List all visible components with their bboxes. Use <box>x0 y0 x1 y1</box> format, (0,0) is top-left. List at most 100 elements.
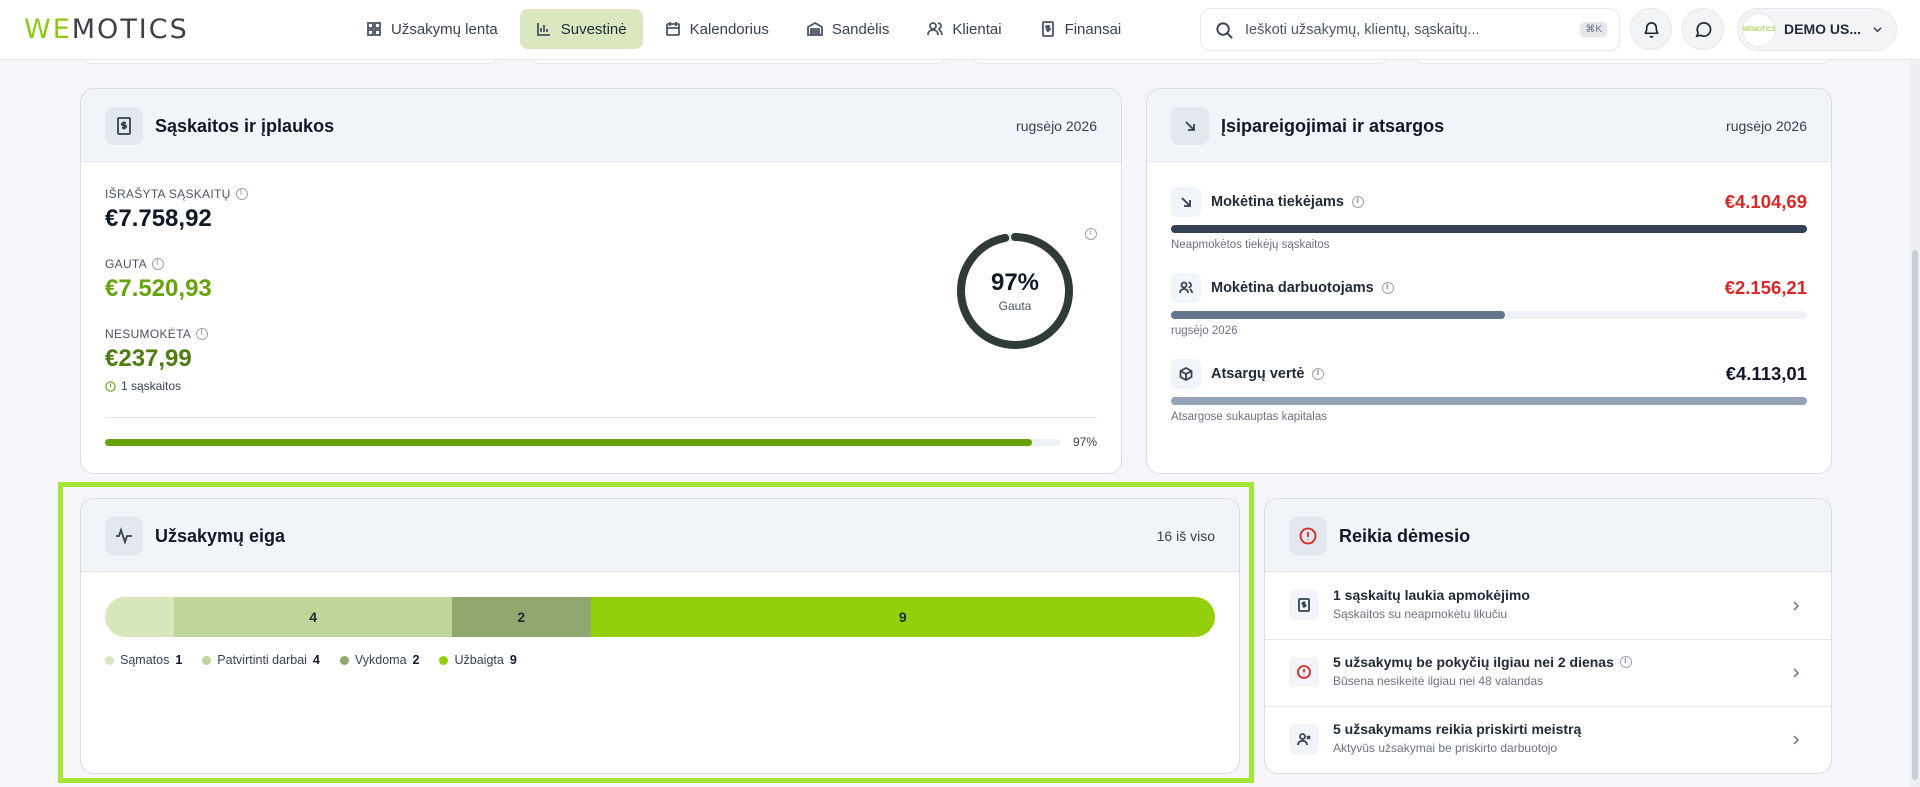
liability-amount: €4.104,69 <box>1724 191 1807 212</box>
nav-item-calendar[interactable]: Kalendorius <box>649 9 785 49</box>
legend-dot <box>202 655 212 665</box>
liabilities-card: Įsipareigojimai ir atsargos rugsėjo 2026… <box>1146 88 1832 474</box>
invoices-card-header: Sąskaitos ir įplaukos rugsėjo 2026 <box>81 89 1121 162</box>
legend-dot <box>439 655 449 665</box>
attention-header-icon-box <box>1289 517 1327 555</box>
board-icon <box>367 22 381 36</box>
orders-progress-card: Užsakymų eiga 16 iš viso 429 Sąmatos 1 Pat… <box>80 498 1240 774</box>
main-nav: Užsakymų lenta Suvestinė Kalendorius San… <box>350 9 1137 49</box>
box-icon <box>1179 367 1193 381</box>
received-ring-gauge: 97% Gauta <box>955 231 1075 351</box>
legend-count: 2 <box>412 653 420 667</box>
orders-segment[interactable]: 9 <box>590 597 1215 637</box>
orders-segment[interactable]: 2 <box>451 597 591 637</box>
unpaid-note: 1 sąskaitos <box>105 379 208 393</box>
search-shortcut: ⌘K <box>1580 22 1607 37</box>
nav-item-clients[interactable]: Klientai <box>911 9 1017 49</box>
warehouse-icon <box>806 21 823 36</box>
orders-segment[interactable]: 4 <box>174 597 452 637</box>
liability-bar-fill <box>1171 225 1807 233</box>
received-progress-bar <box>105 439 1061 446</box>
info-icon[interactable] <box>1351 196 1364 208</box>
received-block: GAUTA €7.520,93 <box>105 257 212 303</box>
invoices-period: rugsėjo 2026 <box>1016 118 1097 134</box>
nav-item-finance[interactable]: Finansai <box>1024 9 1138 49</box>
issued-block: IŠRAŠYTA SĄSKAITŲ €7.758,92 <box>105 187 248 233</box>
wemotics-logo[interactable]: WEMOTICS <box>24 14 189 45</box>
issued-value: €7.758,92 <box>105 205 212 232</box>
alert-circle-icon <box>1297 665 1311 679</box>
messages-button[interactable] <box>1682 8 1724 50</box>
received-label: GAUTA <box>105 257 147 271</box>
calendar-icon <box>665 22 680 36</box>
scrollbar-thumb[interactable] <box>1912 250 1918 780</box>
attention-item-unpaid-invoices[interactable]: 1 sąskaitų laukia apmokėjimo Sąskaitos s… <box>1265 573 1831 640</box>
notifications-button[interactable] <box>1630 8 1672 50</box>
legend-item: Patvirtinti darbai 4 <box>202 653 320 667</box>
unpaid-value: €237,99 <box>105 345 192 372</box>
nav-item-warehouse[interactable]: Sandėlis <box>791 9 906 49</box>
orders-legend: Sąmatos 1 Patvirtinti darbai 4 Vykdoma 2 Užbai… <box>105 653 517 667</box>
alert-circle-icon <box>105 380 116 392</box>
legend-dot <box>105 655 114 665</box>
activity-icon <box>116 527 132 545</box>
divider <box>105 417 1097 418</box>
search-icon <box>1216 22 1233 39</box>
legend-dot <box>339 655 349 665</box>
received-progress-fill <box>105 439 1033 446</box>
issued-label: IŠRAŠYTA SĄSKAITŲ <box>105 187 231 201</box>
info-icon[interactable] <box>1085 228 1097 240</box>
user-x-icon <box>1297 733 1311 746</box>
avatar: WEMOTICS <box>1742 13 1776 47</box>
bar-chart-icon <box>536 23 550 36</box>
unpaid-block: NESUMOKĖTA €237,99 1 sąskaitos <box>105 327 209 393</box>
info-icon[interactable] <box>1381 282 1394 294</box>
unpaid-label: NESUMOKĖTA <box>105 327 192 341</box>
liability-amount: €2.156,21 <box>1724 277 1807 298</box>
legend-label: Užbaigta <box>454 653 504 667</box>
orders-card-header: Užsakymų eiga 16 iš viso <box>81 499 1239 572</box>
attention-card-header: Reikia dėmesio <box>1265 499 1831 572</box>
info-icon[interactable] <box>151 258 164 270</box>
info-icon[interactable] <box>196 328 209 340</box>
page-scrollbar[interactable] <box>1910 60 1920 787</box>
ring-label: Gauta <box>998 299 1032 313</box>
user-name: DEMO US... <box>1784 21 1862 37</box>
legend-item: Vykdoma 2 <box>339 653 420 667</box>
legend-count: 9 <box>509 653 517 667</box>
search-input[interactable]: Ieškoti užsakymų, klientų, sąskaitų... ⌘… <box>1200 8 1620 51</box>
ring-percent: 97% <box>990 269 1040 296</box>
liability-bar-fill <box>1171 311 1505 319</box>
nav-item-summary[interactable]: Suvestinė <box>519 9 643 49</box>
received-value: €7.520,93 <box>105 275 212 302</box>
nav-item-board[interactable]: Užsakymų lenta <box>350 9 514 49</box>
legend-label: Patvirtinti darbai <box>217 653 307 667</box>
alert-circle-icon <box>1299 527 1317 545</box>
liability-amount: €4.113,01 <box>1725 363 1807 384</box>
chevron-right-icon <box>1793 668 1800 678</box>
top-bar: WEMOTICS Užsakymų lenta Suvestinė Kalend… <box>0 0 1920 60</box>
info-icon[interactable] <box>235 188 248 200</box>
liability-subtitle: Atsargose sukauptas kapitalas <box>1171 411 1327 423</box>
liabilities-period: rugsėjo 2026 <box>1726 118 1807 134</box>
progress-percent: 97% <box>1072 435 1097 449</box>
chevron-right-icon <box>1793 735 1800 745</box>
orders-header-icon-box <box>105 517 143 555</box>
user-menu[interactable]: WEMOTICS DEMO US... <box>1737 8 1897 51</box>
liabilities-title: Įsipareigojimai ir atsargos <box>1221 116 1445 136</box>
info-icon[interactable] <box>1312 368 1325 380</box>
orders-total: 16 iš viso <box>1156 528 1215 544</box>
attention-item-stale-orders[interactable]: 5 užsakymų be pokyčių ilgiau nei 2 diena… <box>1265 640 1831 707</box>
legend-label: Sąmatos <box>120 653 170 667</box>
legend-item: Užbaigta 9 <box>439 653 517 667</box>
info-icon[interactable] <box>1619 656 1632 668</box>
liabilities-header-icon-box <box>1171 107 1209 145</box>
attention-card: Reikia dėmesio 1 sąskaitų laukia apmokėj… <box>1264 498 1832 774</box>
invoice-header-icon-box <box>105 107 143 145</box>
invoice-icon <box>1298 598 1310 612</box>
legend-count: 1 <box>175 653 183 667</box>
arrow-down-right-icon <box>1181 197 1191 207</box>
orders-segment[interactable] <box>105 597 175 637</box>
attention-item-unassigned-orders[interactable]: 5 užsakymams reikia priskirti meistrą Ak… <box>1265 707 1831 773</box>
dollar-doc-icon <box>1041 21 1054 37</box>
